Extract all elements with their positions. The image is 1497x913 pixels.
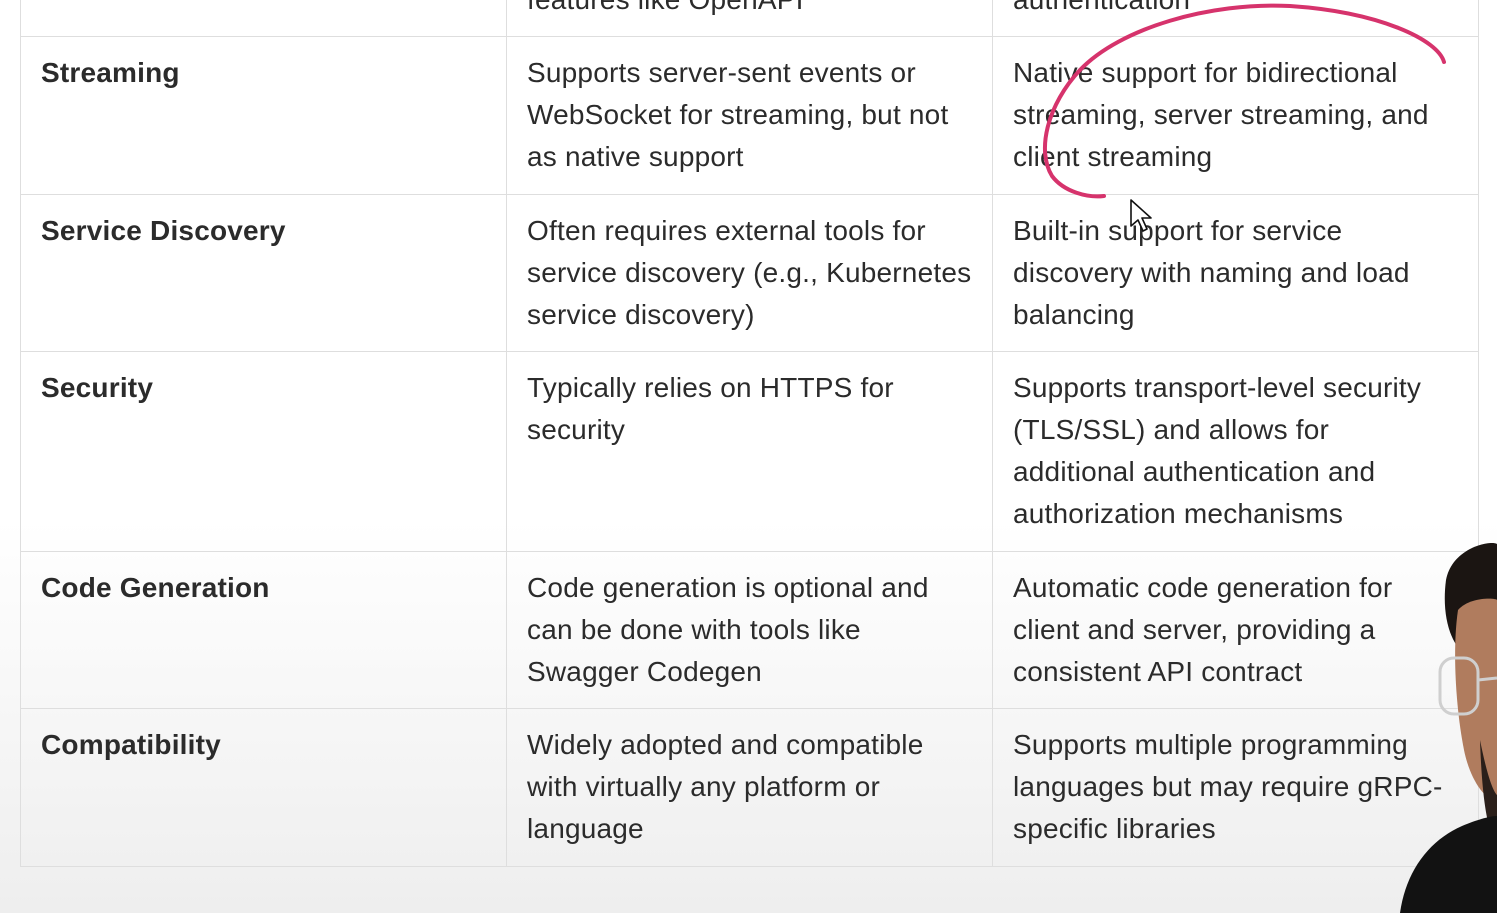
rest-cell-compatibility: Widely adopted and compatible with virtu… [506, 708, 993, 867]
rest-cell-service-discovery: Often requires external tools for servic… [506, 194, 993, 352]
table-row-streaming: Streaming Supports server-sent events or… [20, 36, 1479, 195]
grpc-cell-service-discovery: Built-in support for service discovery w… [992, 194, 1479, 352]
feature-label-service-discovery: Service Discovery [20, 194, 507, 352]
comparison-table: features like OpenAPI authentication Str… [20, 0, 1479, 867]
feature-label-security: Security [20, 351, 507, 552]
rest-cell-security: Typically relies on HTTPS for security [506, 351, 993, 552]
table-cell-grpc: authentication [992, 0, 1479, 37]
slide-stage: features like OpenAPI authentication Str… [0, 0, 1497, 913]
table-row-compatibility: Compatibility Widely adopted and compati… [20, 708, 1479, 867]
table-row-code-generation: Code Generation Code generation is optio… [20, 551, 1479, 709]
grpc-cell-security: Supports transport-level security (TLS/S… [992, 351, 1479, 552]
feature-label-code-generation: Code Generation [20, 551, 507, 709]
table-cell-feature [20, 0, 507, 37]
table-cell-rest: features like OpenAPI [506, 0, 993, 37]
feature-label-streaming: Streaming [20, 36, 507, 195]
table-row-service-discovery: Service Discovery Often requires externa… [20, 194, 1479, 352]
table-row-security: Security Typically relies on HTTPS for s… [20, 351, 1479, 552]
feature-label-compatibility: Compatibility [20, 708, 507, 867]
rest-cell-code-generation: Code generation is optional and can be d… [506, 551, 993, 709]
presenter-webcam-icon [1400, 540, 1497, 913]
grpc-cell-streaming: Native support for bidirectional streami… [992, 36, 1479, 195]
rest-cell-streaming: Supports server-sent events or WebSocket… [506, 36, 993, 195]
table-row-partial: features like OpenAPI authentication [20, 0, 1479, 37]
